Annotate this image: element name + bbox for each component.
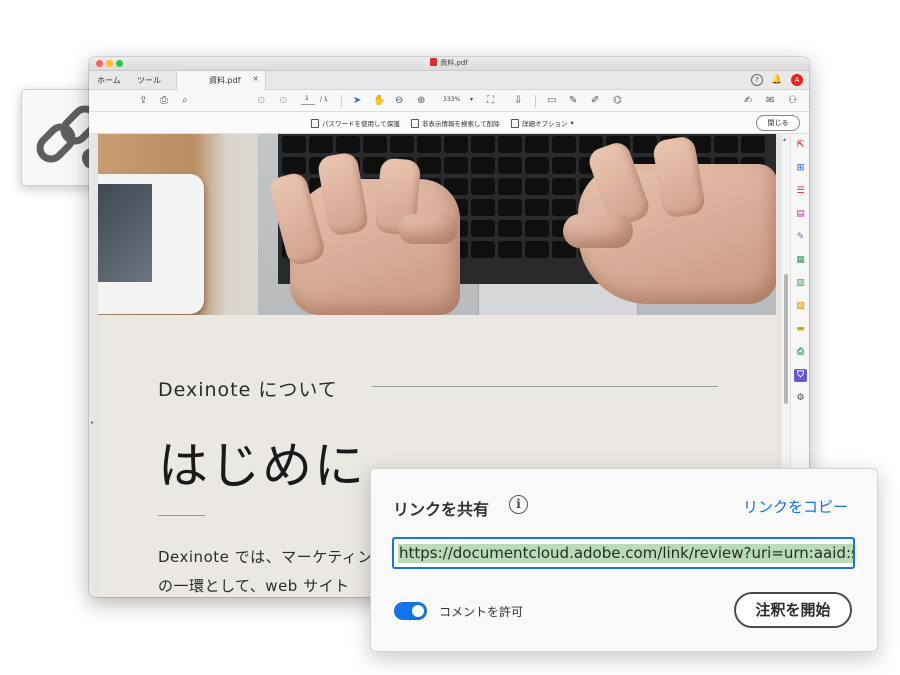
allow-comments-label: コメントを許可 [439,605,524,619]
prev-page-icon[interactable]: ⊙ [257,94,265,107]
share-link-panel: リンクを共有 i リンクをコピー https://documentcloud.a… [370,468,878,652]
scroll-mode-icon[interactable]: ⇩ [514,94,522,107]
export-pdf-icon[interactable]: ⇱ [794,139,807,152]
zoom-dropdown-icon[interactable]: ▾ [470,96,473,103]
tabbar-right-icons: ? 🔔 A [751,74,803,86]
toggle-knob [412,605,424,617]
create-pdf-icon[interactable]: ⊞ [794,162,807,175]
combine-files-icon[interactable]: ▧ [794,300,807,313]
tab-tools[interactable]: ツール [137,75,161,86]
scan-ocr-icon[interactable]: ▦ [794,254,807,267]
info-icon[interactable]: i [509,495,528,514]
share-user-icon[interactable]: ⚇ [788,94,797,107]
tab-home[interactable]: ホーム [97,75,121,86]
tab-document-label: 資料.pdf [209,76,241,85]
scroll-up-icon[interactable]: ▴ [783,136,786,143]
highlight-pen-icon[interactable]: ✎ [569,94,577,107]
subtitle-rule [372,386,718,387]
left-panel-toggle-icon[interactable]: ▸ [91,419,94,426]
document-paragraph-line-2: の一環として、web サイト [158,577,350,595]
zoom-in-icon[interactable]: ⊕ [417,94,425,107]
toolbar-divider [341,95,342,107]
start-annotation-button[interactable]: 注釈を開始 [734,592,852,628]
document-subtitle: Dexinote について [158,379,338,401]
protect-password-button[interactable]: パスワードを使用して保護 [311,118,400,128]
close-tool-button[interactable]: 閉じる [756,115,800,131]
sign-icon[interactable]: ✍ [744,94,752,107]
lock-file-icon [311,118,319,128]
protect-icon[interactable]: ⛉ [794,369,807,382]
scroll-thumb[interactable] [784,274,788,404]
toolbar-divider [535,95,536,107]
allow-comments-toggle[interactable] [394,602,427,620]
zoom-search-icon[interactable]: ⌕ [182,94,188,107]
print-icon[interactable]: ⎙ [160,94,168,107]
page-total: / 1 [320,96,328,103]
edit-pdf-icon[interactable]: ▤ [794,208,807,221]
tab-document[interactable]: 資料.pdf × [176,71,266,90]
organize-pages-icon[interactable]: ☰ [794,185,807,198]
notifications-icon[interactable]: 🔔 [771,74,783,86]
copy-link-button[interactable]: リンクをコピー [743,496,848,517]
print-production-icon[interactable]: ⎙ [794,346,807,359]
page-number-input[interactable]: 1 [301,95,315,105]
protect-toolbar: パスワードを使用して保護 非表示情報を検索して削除 詳細オプション ▾ 閉じる [89,112,809,134]
email-icon[interactable]: ✉ [766,94,774,107]
upload-icon[interactable]: ⇪ [139,94,147,107]
share-url-text: https://documentcloud.adobe.com/link/rev… [398,544,853,563]
main-toolbar: ⇪ ⎙ ⌕ ⊙ ⊙ 1 / 1 ➤ ✋ ⊖ ⊕ 333% ▾ ⛶ ⇩ ▭ ✎ ✐… [89,90,809,112]
select-cursor-icon[interactable]: ➤ [353,94,361,107]
window-title: 資料.pdf [89,58,809,68]
draw-icon[interactable]: ✐ [591,94,599,107]
find-hidden-info-button[interactable]: 非表示情報を検索して削除 [411,118,500,128]
options-icon [511,118,519,128]
document-paragraph-line-1: Dexinote では、マーケティン [158,548,373,566]
fit-page-icon[interactable]: ⛶ [487,94,494,107]
share-panel-title: リンクを共有 [393,500,490,519]
next-page-icon[interactable]: ⊙ [279,94,287,107]
photo-tablet [98,174,204,314]
acrobat-account-icon[interactable]: A [791,74,803,86]
zoom-out-icon[interactable]: ⊖ [395,94,403,107]
tab-close-icon[interactable]: × [252,74,259,83]
document-heading: はじめに [158,437,366,495]
zoom-level[interactable]: 333% [443,96,460,103]
pdf-file-icon [430,58,438,66]
share-url-field[interactable]: https://documentcloud.adobe.com/link/rev… [392,537,855,569]
fill-sign-icon[interactable]: ✎ [794,231,807,244]
more-tools-icon[interactable]: ⚙ [794,392,807,405]
stamp-icon[interactable]: ⌬ [613,94,622,107]
title-bar: 資料.pdf [89,57,809,71]
keyboard-hands-photo [98,134,776,315]
comment-tool-icon[interactable]: ▬ [794,323,807,336]
comment-icon[interactable]: ▭ [547,94,556,107]
more-options-button[interactable]: 詳細オプション ▾ [511,118,574,128]
tab-bar: ホーム ツール 資料.pdf × ? 🔔 A [89,71,809,90]
compress-icon[interactable]: ▥ [794,277,807,290]
help-icon[interactable]: ? [751,74,763,86]
hand-tool-icon[interactable]: ✋ [373,94,385,107]
chevron-down-icon: ▾ [570,119,574,127]
heading-rule [158,515,205,516]
search-file-icon [411,118,419,128]
